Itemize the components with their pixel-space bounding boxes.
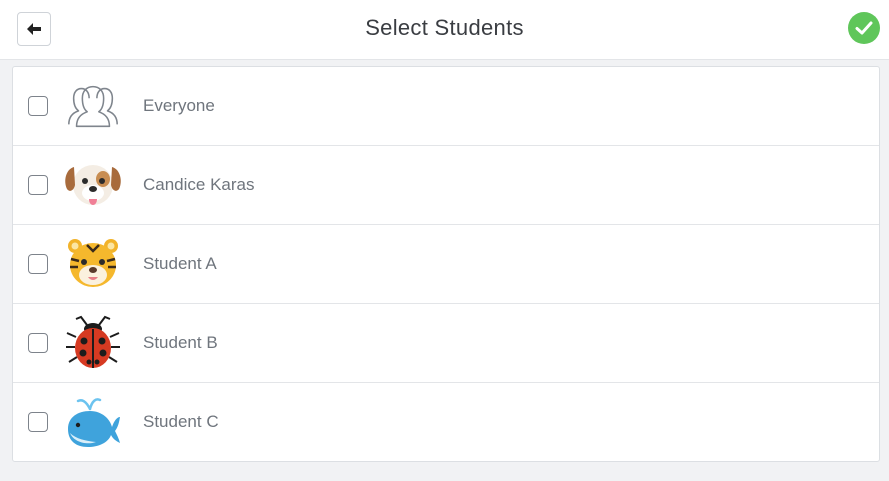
student-name: Candice Karas: [143, 175, 255, 194]
header-bar: Select Students: [0, 0, 889, 60]
whale-icon: [63, 392, 123, 452]
student-name: Student C: [143, 412, 219, 431]
list-item-student[interactable]: Candice Karas: [13, 146, 879, 225]
student-name: Student B: [143, 333, 218, 352]
list-item-student[interactable]: Student C: [13, 383, 879, 461]
select-checkbox[interactable]: [28, 96, 48, 116]
group-outline-icon: [63, 76, 123, 136]
check-icon: [855, 21, 873, 35]
student-list: Everyone Candice Karas Student A Student…: [12, 66, 880, 462]
ladybug-icon: [63, 313, 123, 373]
select-checkbox[interactable]: [28, 254, 48, 274]
done-button[interactable]: [848, 12, 880, 44]
dog-face-icon: [63, 155, 123, 215]
student-name: Everyone: [143, 96, 215, 115]
page-title: Select Students: [365, 15, 524, 40]
list-item-everyone[interactable]: Everyone: [13, 67, 879, 146]
tiger-face-icon: [63, 234, 123, 294]
select-checkbox[interactable]: [28, 333, 48, 353]
select-checkbox[interactable]: [28, 412, 48, 432]
list-item-student[interactable]: Student A: [13, 225, 879, 304]
student-name: Student A: [143, 254, 217, 273]
select-checkbox[interactable]: [28, 175, 48, 195]
list-item-student[interactable]: Student B: [13, 304, 879, 383]
